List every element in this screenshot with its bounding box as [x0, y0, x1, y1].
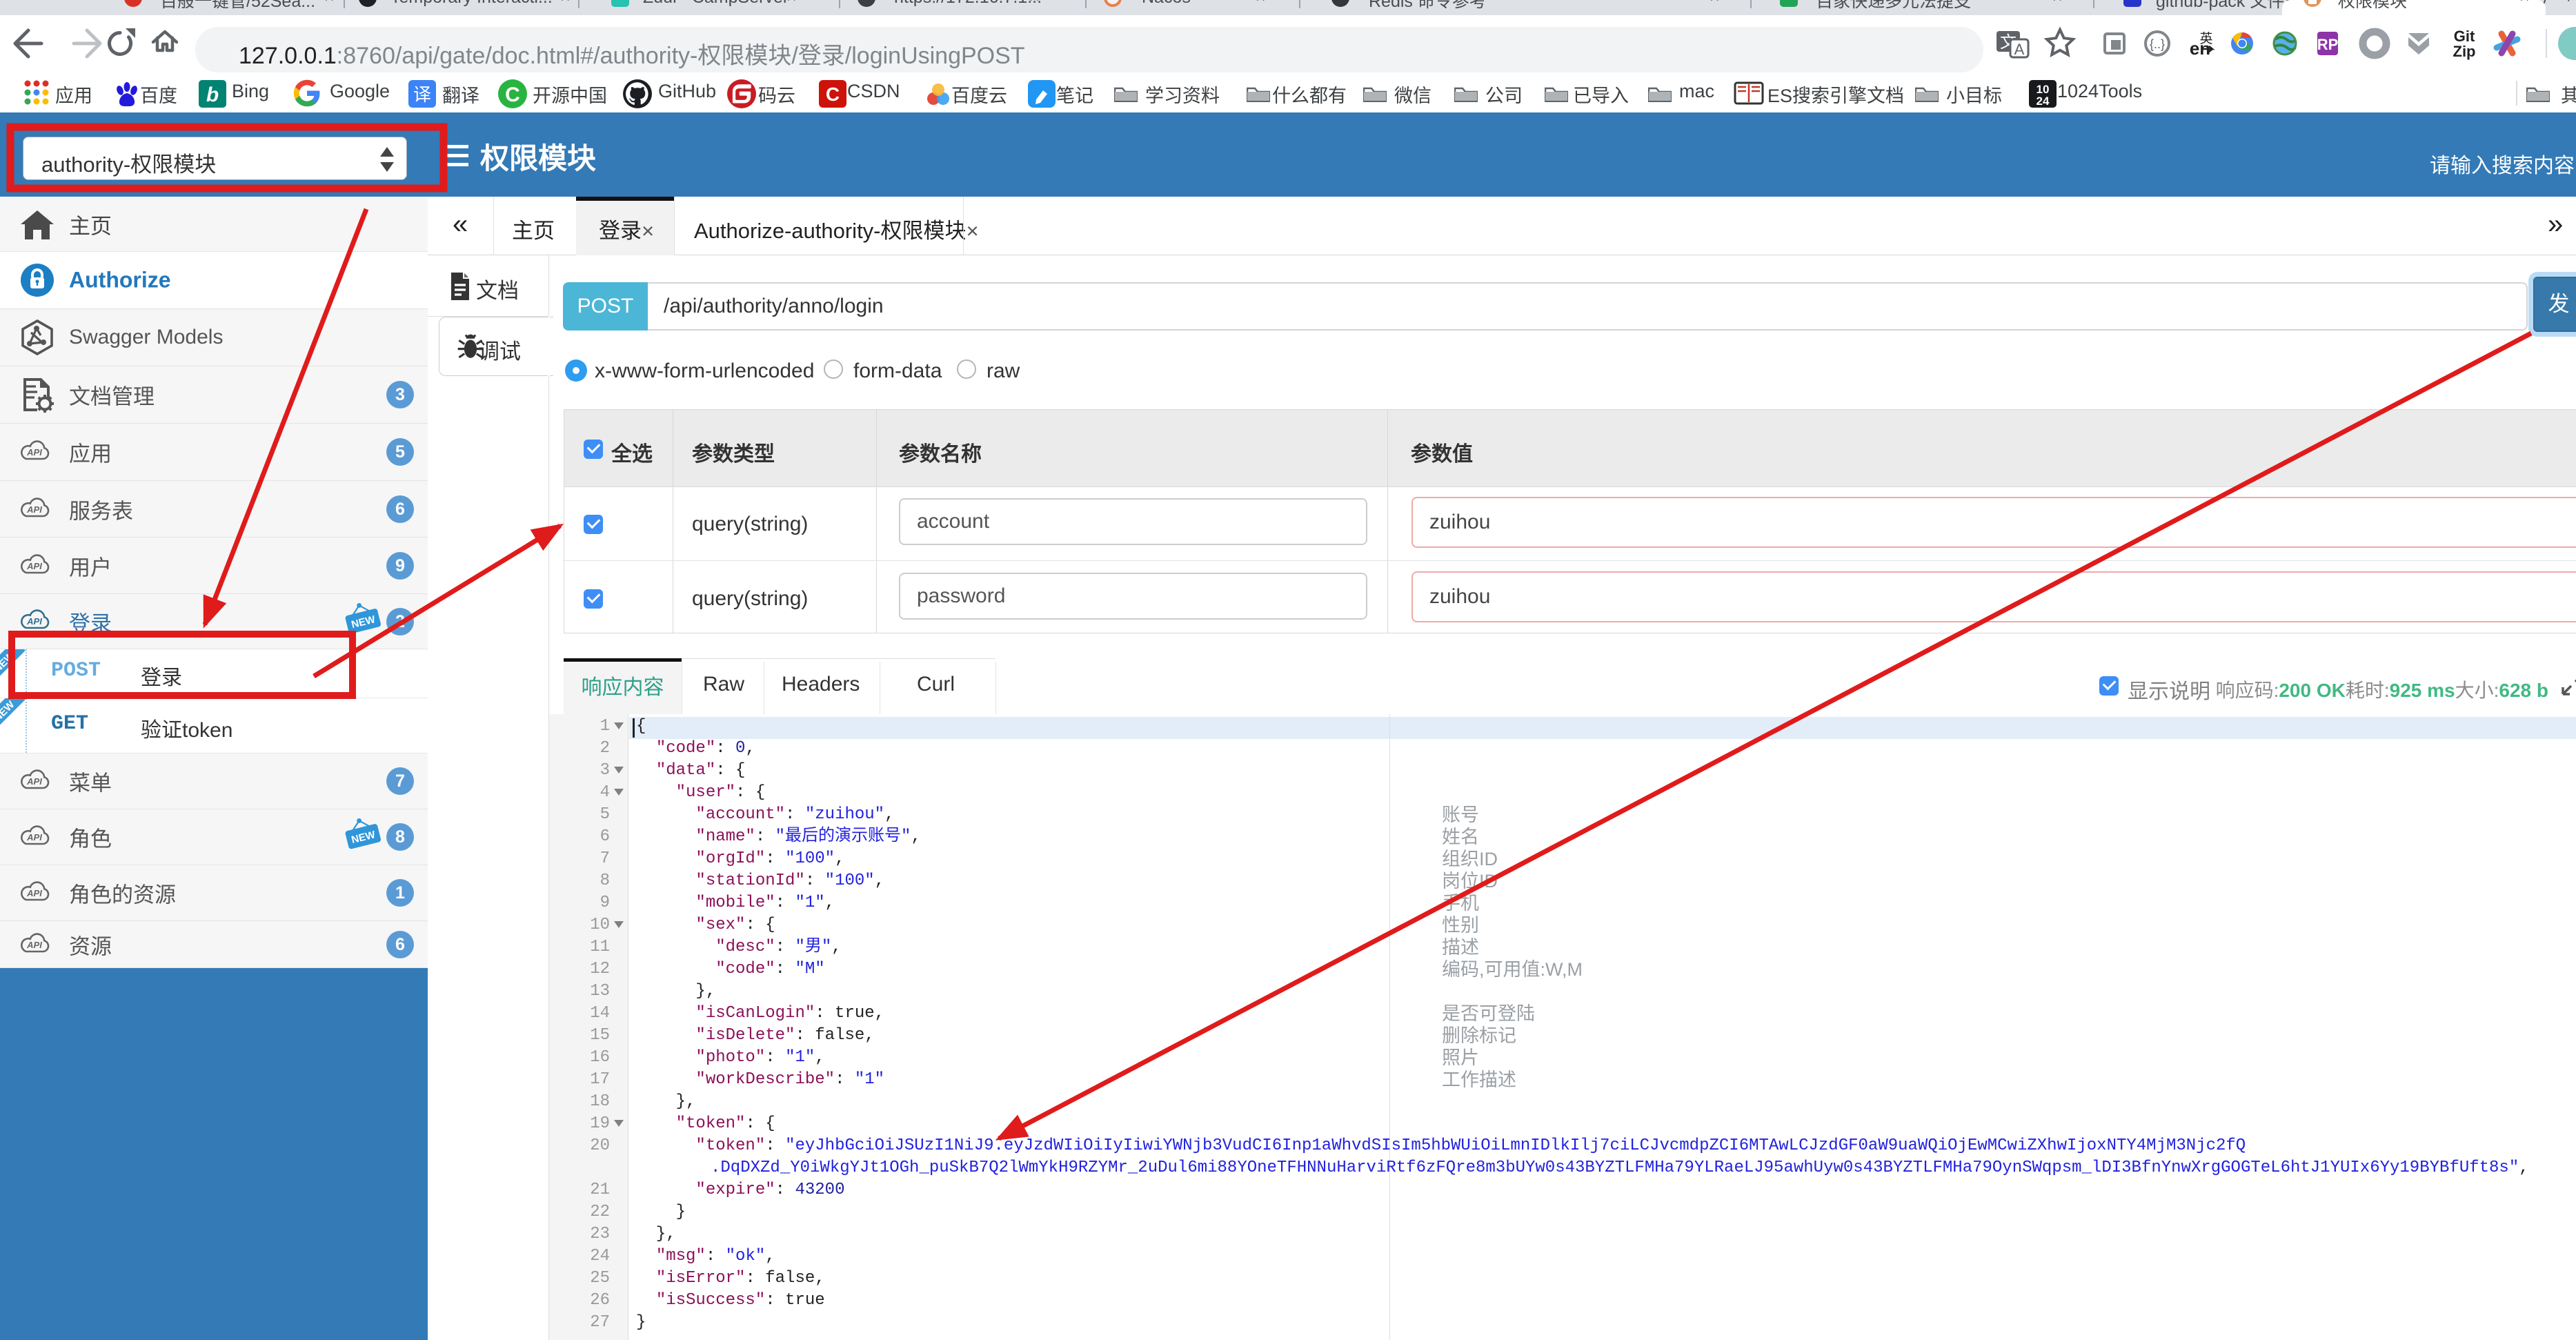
svg-text:C: C: [505, 83, 520, 106]
svg-text:{..}: {..}: [2150, 37, 2165, 51]
svg-text:Zip: Zip: [2453, 43, 2476, 60]
svg-text:译: 译: [413, 84, 431, 105]
svg-text:RP: RP: [2317, 36, 2339, 53]
svg-text:C: C: [826, 83, 840, 105]
svg-text:24: 24: [2037, 95, 2050, 108]
svg-text:b: b: [206, 83, 219, 106]
svg-text:A: A: [2014, 41, 2025, 58]
svg-text:英: 英: [2199, 31, 2212, 46]
